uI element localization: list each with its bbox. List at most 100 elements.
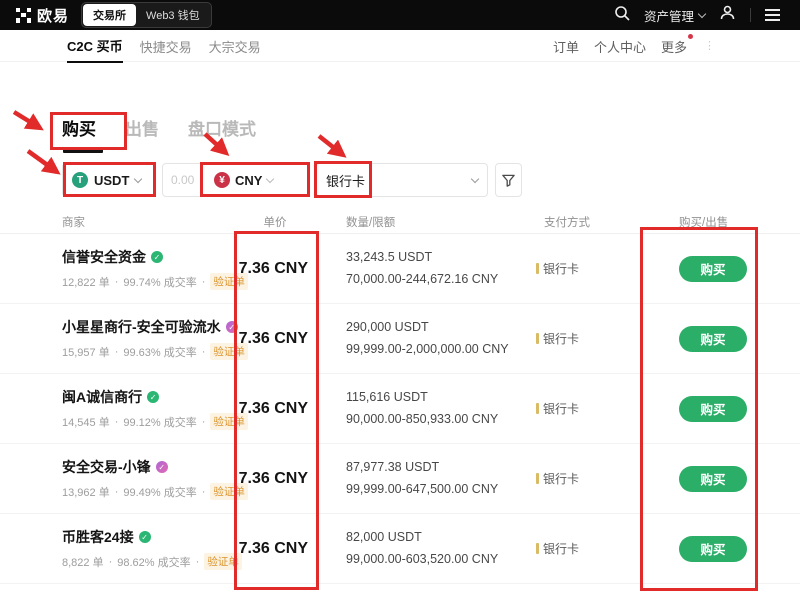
order-count: 12,822 单: [62, 274, 110, 290]
completion-rate: 98.62% 成交率: [117, 554, 190, 570]
payment-cell: 银行卡: [536, 540, 661, 557]
asset-management-label: 资产管理: [644, 6, 694, 25]
payment-color-bar: [536, 543, 539, 554]
amount-limit-cell: 115,616 USDT 90,000.00-850,933.00 CNY: [316, 387, 536, 430]
payment-cell: 银行卡: [536, 470, 661, 487]
col-price: 单价: [234, 214, 316, 230]
dot-separator: ·: [115, 416, 119, 428]
merchant-badge-icon: ✓: [147, 391, 159, 403]
amount-limit-cell: 87,977.38 USDT 99,999.00-647,500.00 CNY: [316, 457, 536, 500]
amount-fiat-control: ¥ CNY: [162, 163, 309, 197]
buy-button[interactable]: 购买: [679, 536, 747, 562]
dot-separator: ·: [115, 486, 119, 498]
merchant-name[interactable]: 小星星商行-安全可验流水: [62, 317, 221, 337]
payment-select-value: 银行卡: [326, 171, 365, 190]
merchant-name[interactable]: 安全交易-小锋: [62, 457, 151, 477]
buy-button[interactable]: 购买: [679, 256, 747, 282]
payment-method: 银行卡: [543, 330, 579, 347]
subnav-item-c2c-buy[interactable]: C2C 买币: [67, 29, 123, 63]
subnav-item-more[interactable]: 更多: [661, 30, 687, 62]
exchange-mode-tabs: 交易所 Web3 钱包: [81, 2, 212, 28]
dot-separator: ·: [202, 346, 206, 358]
subnav-item-profile-center[interactable]: 个人中心: [594, 30, 646, 62]
dot-separator: ·: [202, 276, 206, 288]
table-row: 安全交易-小锋 ✓ 13,962 单 · 99.49% 成交率 · 验证单 7.…: [0, 444, 800, 514]
tab-web3-wallet[interactable]: Web3 钱包: [136, 4, 210, 26]
payment-color-bar: [536, 333, 539, 344]
payment-method: 银行卡: [543, 470, 579, 487]
amount-input[interactable]: [171, 173, 209, 187]
price-cell: 7.36 CNY: [234, 400, 316, 418]
col-buy-sell: 购买/出售: [661, 214, 800, 230]
payment-method: 银行卡: [543, 260, 579, 277]
available-amount: 290,000 USDT: [346, 317, 536, 338]
subnav-item-express-trade[interactable]: 快捷交易: [140, 30, 192, 62]
merchant-cell[interactable]: 闽A诚信商行 ✓ 14,545 单 · 99.12% 成交率 · 验证单: [62, 387, 234, 430]
merchant-name[interactable]: 闽A诚信商行: [62, 387, 142, 407]
order-limits: 99,000.00-603,520.00 CNY: [346, 549, 536, 570]
chevron-down-icon: [266, 174, 274, 182]
buy-button[interactable]: 购买: [679, 396, 747, 422]
profile-icon[interactable]: [719, 4, 736, 26]
buy-button[interactable]: 购买: [679, 326, 747, 352]
trade-tabs: 购买 出售 盘口模式: [62, 115, 256, 140]
c2c-market-panel: 购买 出售 盘口模式 T USDT ¥ CNY 银行卡 商家 单价 数量/限额 …: [0, 62, 800, 595]
merchant-name[interactable]: 币胜客24接: [62, 527, 134, 547]
table-row: 小星星商行-安全可验流水 ✓ 15,957 单 · 99.63% 成交率 · 验…: [0, 304, 800, 374]
table-row: 信誉安全资金 ✓ 12,822 单 · 99.74% 成交率 · 验证单 7.3…: [0, 234, 800, 304]
merchant-badge-icon: ✓: [139, 531, 151, 543]
completion-rate: 99.63% 成交率: [123, 344, 196, 360]
price-cell: 7.36 CNY: [234, 260, 316, 278]
filter-button[interactable]: [495, 163, 522, 197]
active-tab-underline: [63, 149, 103, 153]
dot-separator: ·: [196, 556, 200, 568]
subnav: C2C 买币 快捷交易 大宗交易 订单 个人中心 更多 ⋮: [0, 30, 800, 62]
dot-separator: ·: [202, 416, 206, 428]
merchant-badge-icon: ✓: [156, 461, 168, 473]
merchant-cell[interactable]: 币胜客24接 ✓ 8,822 单 · 98.62% 成交率 · 验证单: [62, 527, 234, 570]
search-icon[interactable]: [614, 5, 630, 26]
order-count: 13,962 单: [62, 484, 110, 500]
payment-cell: 银行卡: [536, 260, 661, 277]
order-count: 14,545 单: [62, 414, 110, 430]
payment-cell: 银行卡: [536, 330, 661, 347]
tab-sell[interactable]: 出售: [125, 115, 159, 140]
notification-dot: [688, 34, 693, 39]
order-limits: 70,000.00-244,672.16 CNY: [346, 269, 536, 290]
tab-buy[interactable]: 购买: [62, 115, 96, 140]
available-amount: 82,000 USDT: [346, 527, 536, 548]
filter-bar: T USDT ¥ CNY 银行卡: [62, 163, 522, 197]
chevron-down-icon: [698, 9, 706, 17]
col-amount-limit: 数量/限额: [316, 214, 536, 230]
subnav-item-orders[interactable]: 订单: [553, 30, 579, 62]
order-limits: 99,999.00-2,000,000.00 CNY: [346, 339, 536, 360]
merchant-cell[interactable]: 安全交易-小锋 ✓ 13,962 单 · 99.49% 成交率 · 验证单: [62, 457, 234, 500]
merchant-cell[interactable]: 信誉安全资金 ✓ 12,822 单 · 99.74% 成交率 · 验证单: [62, 247, 234, 290]
price-cell: 7.36 CNY: [234, 540, 316, 558]
order-count: 8,822 单: [62, 554, 104, 570]
funnel-icon: [501, 173, 516, 188]
payment-cell: 银行卡: [536, 400, 661, 417]
completion-rate: 99.12% 成交率: [123, 414, 196, 430]
table-header: 商家 单价 数量/限额 支付方式 购买/出售: [0, 210, 800, 234]
dot-separator: ·: [115, 346, 119, 358]
payment-method-select[interactable]: 银行卡: [316, 163, 488, 197]
available-amount: 33,243.5 USDT: [346, 247, 536, 268]
subnav-item-block-trade[interactable]: 大宗交易: [209, 30, 261, 62]
payment-color-bar: [536, 263, 539, 274]
merchant-cell[interactable]: 小星星商行-安全可验流水 ✓ 15,957 单 · 99.63% 成交率 · 验…: [62, 317, 234, 360]
amount-limit-cell: 33,243.5 USDT 70,000.00-244,672.16 CNY: [316, 247, 536, 290]
merchant-name[interactable]: 信誉安全资金: [62, 247, 146, 267]
col-merchant: 商家: [62, 214, 234, 230]
tab-orderbook-mode[interactable]: 盘口模式: [188, 115, 256, 140]
okx-logo-icon: [16, 8, 31, 23]
crypto-select[interactable]: T USDT: [62, 163, 155, 197]
asset-management-menu[interactable]: 资产管理: [644, 6, 705, 25]
completion-rate: 99.74% 成交率: [123, 274, 196, 290]
buy-button[interactable]: 购买: [679, 466, 747, 492]
topbar: 欧易 交易所 Web3 钱包 资产管理: [0, 0, 800, 30]
menu-icon[interactable]: [765, 9, 780, 21]
order-count: 15,957 单: [62, 344, 110, 360]
okx-logo[interactable]: 欧易: [16, 5, 69, 26]
tab-exchange[interactable]: 交易所: [83, 4, 136, 26]
